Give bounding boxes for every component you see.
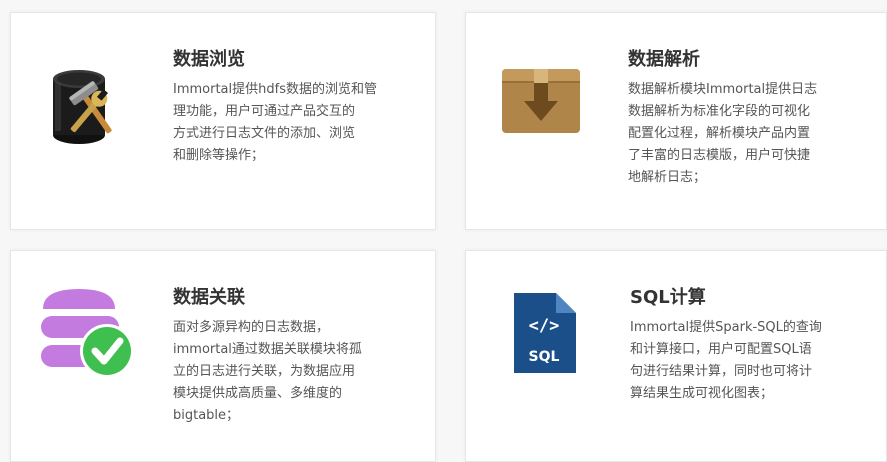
database-tools-icon [49, 61, 125, 147]
card-description: 面对多源异构的日志数据， immortal通过数据关联模块将孤 立的日志进行关联… [173, 320, 362, 423]
feature-card-sql-compute: </> SQL SQL计算 Immortal提供Spark-SQL的查询 和计算… [465, 250, 887, 462]
feature-card-data-association: 数据关联 面对多源异构的日志数据， immortal通过数据关联模块将孤 立的日… [10, 250, 436, 462]
package-install-icon [500, 65, 582, 135]
card-title: 数据浏览 [173, 49, 245, 70]
stack-check-icon [37, 283, 137, 381]
card-title: 数据关联 [173, 287, 245, 308]
card-title: 数据解析 [628, 49, 700, 70]
card-description: 数据解析模块Immortal提供日志 数据解析为标准化字段的可视化 配置化过程，… [628, 82, 818, 185]
sql-file-icon: </> SQL [510, 291, 578, 375]
svg-text:</>: </> [529, 316, 560, 336]
feature-card-data-parse: 数据解析 数据解析模块Immortal提供日志 数据解析为标准化字段的可视化 配… [465, 12, 887, 230]
sql-icon-label: SQL [529, 349, 560, 365]
card-title: SQL计算 [630, 287, 706, 308]
card-description: Immortal提供hdfs数据的浏览和管 理功能，用户可通过产品交互的 方式进… [173, 82, 377, 163]
feature-card-data-browse: 数据浏览 Immortal提供hdfs数据的浏览和管 理功能，用户可通过产品交互… [10, 12, 436, 230]
card-description: Immortal提供Spark-SQL的查询 和计算接口，用户可配置SQL语 句… [630, 320, 822, 401]
